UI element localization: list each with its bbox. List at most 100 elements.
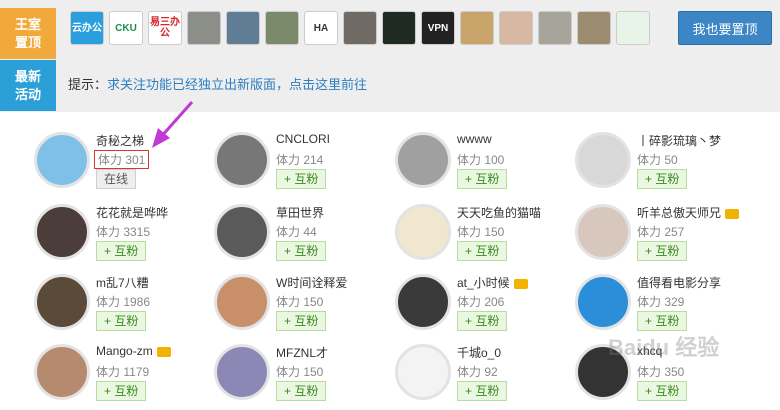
user-name-text: m乱7八糟 [96, 276, 149, 290]
user-name-text: 草田世界 [276, 206, 325, 220]
avatar[interactable] [395, 274, 451, 330]
avatar[interactable] [34, 132, 90, 188]
pinned-logo[interactable]: 易三办公 [148, 11, 182, 45]
online-button[interactable]: 在线 [96, 169, 137, 189]
user-card[interactable]: 听羊总傲天师兄 体力 257 + 互粉 [575, 204, 755, 270]
avatar[interactable] [214, 204, 270, 260]
follow-back-button[interactable]: + 互粉 [276, 169, 327, 189]
follow-back-button[interactable]: + 互粉 [457, 381, 508, 401]
user-name[interactable]: 值得看电影分享 [637, 274, 721, 291]
avatar[interactable] [34, 344, 90, 400]
royal-pin-tab[interactable]: 王室 置顶 [0, 8, 56, 59]
pinned-logo[interactable]: HA [304, 11, 338, 45]
user-card[interactable]: m乱7八糟体力 1986 + 互粉 [34, 274, 214, 340]
user-card[interactable]: MFZNL才 体力 150 + 互粉 [214, 344, 394, 410]
stamina-value: 体力 214 [276, 153, 324, 167]
user-name[interactable]: 花花就是哗哗 [96, 204, 168, 221]
crown-icon [156, 346, 171, 357]
user-name[interactable]: m乱7八糟 [96, 274, 149, 291]
pinned-logo[interactable] [616, 11, 650, 45]
crown-icon [725, 208, 740, 219]
user-name[interactable]: at_小时候 [457, 274, 528, 291]
user-name-text: Mango-zm [96, 344, 153, 358]
pinned-logo[interactable] [343, 11, 377, 45]
notice-bar: 提示：求关注功能已经独立出新版面，点击这里前往 [68, 74, 367, 93]
pinned-logo[interactable]: VPN [421, 11, 455, 45]
user-name[interactable]: 草田世界 [276, 204, 324, 221]
crown-icon [513, 278, 528, 289]
user-card[interactable]: 草田世界体力 44 + 互粉 [214, 204, 394, 270]
user-name[interactable]: 丨碎影琉璃丶梦 [637, 132, 721, 149]
follow-back-button[interactable]: + 互粉 [276, 381, 327, 401]
notice-prefix: 提示： [68, 77, 108, 92]
avatar[interactable] [34, 204, 90, 260]
user-card[interactable]: 千城o_0 体力 92 + 互粉 [395, 344, 575, 410]
pinned-logo[interactable] [499, 11, 533, 45]
avatar[interactable] [395, 132, 451, 188]
latest-activity-tab-line1: 最新 [14, 69, 41, 84]
follow-back-button[interactable]: + 互粉 [276, 241, 327, 261]
follow-back-button[interactable]: + 互粉 [457, 169, 508, 189]
user-name[interactable]: 奇秘之梯 [96, 132, 144, 149]
user-name[interactable]: CNCLORI [276, 132, 330, 146]
avatar[interactable] [395, 204, 451, 260]
avatar[interactable] [34, 274, 90, 330]
user-name-text: wwww [457, 132, 492, 146]
stamina-value: 体力 1179 [96, 365, 150, 379]
avatar[interactable] [214, 344, 270, 400]
follow-back-button[interactable]: + 互粉 [96, 241, 147, 261]
user-name[interactable]: 听羊总傲天师兄 [637, 204, 740, 221]
pinned-logo[interactable] [577, 11, 611, 45]
user-card[interactable]: 天天吃鱼的猫喵 体力 150 + 互粉 [395, 204, 575, 270]
avatar[interactable] [575, 274, 631, 330]
avatar[interactable] [214, 132, 270, 188]
pinned-logo[interactable] [226, 11, 260, 45]
user-card[interactable]: Mango-zm 体力 1179 + 互粉 [34, 344, 214, 410]
follow-back-button[interactable]: + 互粉 [96, 311, 147, 331]
user-card[interactable]: at_小时候 体力 206 + 互粉 [395, 274, 575, 340]
pointer-arrow-icon [152, 101, 194, 148]
avatar[interactable] [214, 274, 270, 330]
follow-back-button[interactable]: + 互粉 [637, 311, 688, 331]
stamina-value: 体力 44 [276, 225, 317, 239]
stamina-value: 体力 1986 [96, 295, 151, 309]
follow-back-button[interactable]: + 互粉 [96, 381, 147, 401]
user-name-text: 天天吃鱼的猫喵 [457, 206, 542, 220]
avatar[interactable] [395, 344, 451, 400]
user-card[interactable]: W时间诠释爱 体力 150 + 互粉 [214, 274, 394, 340]
follow-back-button[interactable]: + 互粉 [637, 169, 688, 189]
pinned-logo[interactable] [265, 11, 299, 45]
stamina-value: 体力 329 [637, 295, 685, 309]
latest-activity-tab[interactable]: 最新 活动 [0, 60, 56, 111]
pinned-logo[interactable] [382, 11, 416, 45]
user-card[interactable]: 丨碎影琉璃丶梦 体力 50 + 互粉 [575, 132, 755, 198]
user-name[interactable]: MFZNL才 [276, 344, 328, 361]
user-name[interactable]: W时间诠释爱 [276, 274, 347, 291]
follow-back-button[interactable]: + 互粉 [637, 241, 688, 261]
user-name[interactable]: Mango-zm [96, 344, 171, 358]
pinned-logo[interactable] [187, 11, 221, 45]
baidu-watermark: Baidu 经验 [608, 335, 720, 360]
pinned-logo[interactable] [460, 11, 494, 45]
user-name[interactable]: 天天吃鱼的猫喵 [457, 204, 541, 221]
user-name[interactable]: wwww [457, 132, 492, 146]
user-name[interactable]: 千城o_0 [457, 344, 501, 361]
user-card[interactable]: wwww 体力 100 + 互粉 [395, 132, 575, 198]
stamina-value: 体力 301 [94, 150, 150, 169]
follow-back-button[interactable]: + 互粉 [457, 311, 508, 331]
pinned-logo[interactable] [538, 11, 572, 45]
user-card[interactable]: 花花就是哗哗 体力 3315 + 互粉 [34, 204, 214, 270]
pinned-logo[interactable]: CKU [109, 11, 143, 45]
pinned-logo[interactable]: 云办公 [70, 11, 104, 45]
user-card[interactable]: CNCLORI 体力 214 + 互粉 [214, 132, 394, 198]
stamina-value: 体力 257 [637, 225, 685, 239]
avatar[interactable] [575, 132, 631, 188]
pin-me-button[interactable]: 我也要置顶 [678, 11, 772, 45]
user-name-text: at_小时候 [457, 276, 510, 290]
follow-back-button[interactable]: + 互粉 [276, 311, 327, 331]
avatar[interactable] [575, 204, 631, 260]
notice-link[interactable]: 求关注功能已经独立出新版面，点击这里前往 [107, 77, 367, 92]
user-name-text: 值得看电影分享 [637, 276, 722, 290]
follow-back-button[interactable]: + 互粉 [637, 381, 688, 401]
follow-back-button[interactable]: + 互粉 [457, 241, 508, 261]
